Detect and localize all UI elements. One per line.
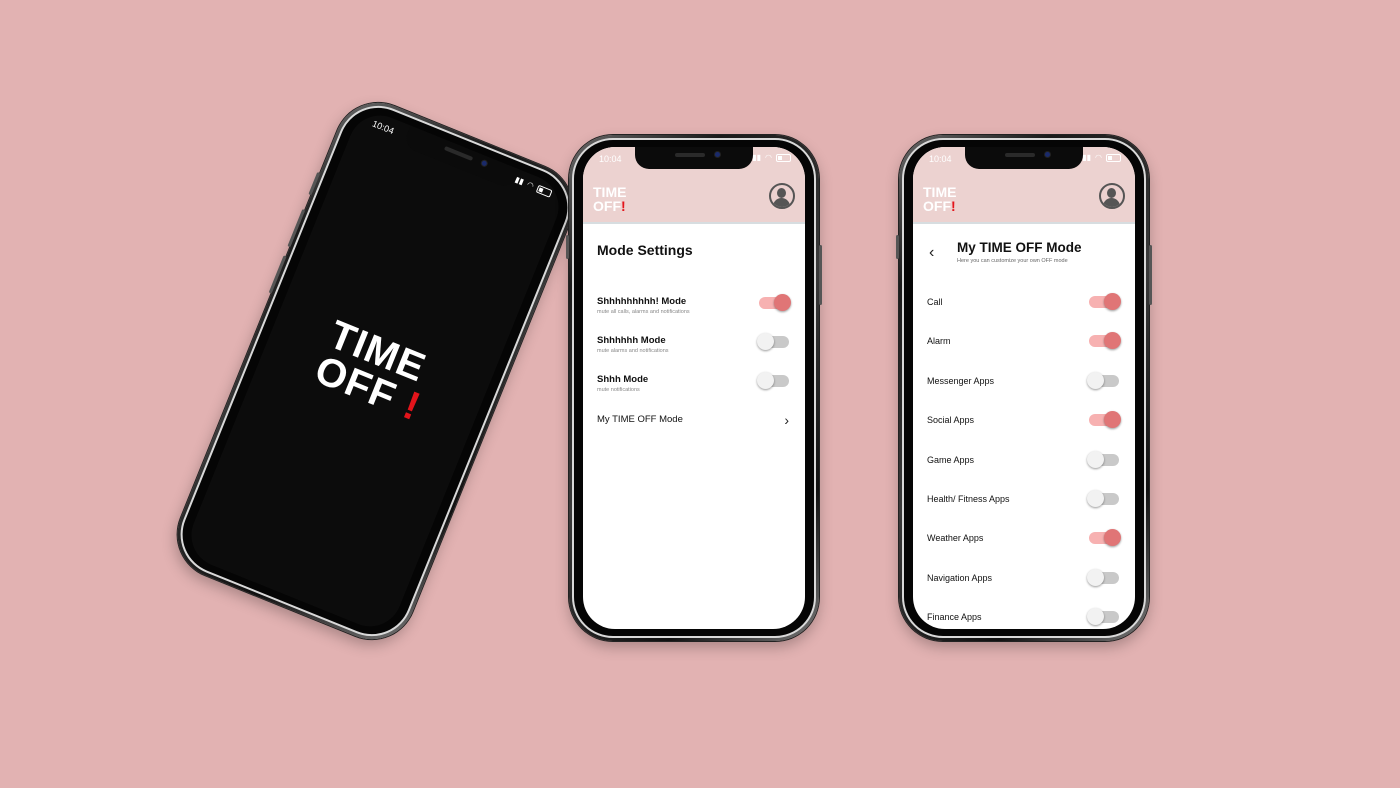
signal-icon: ▮▮ [1082, 153, 1092, 162]
camera [1045, 152, 1050, 157]
signal-icon: ▮▮ [752, 153, 762, 162]
speaker [1005, 153, 1035, 157]
my-mode-content: ‹ My TIME OFF Mode Here you can customiz… [913, 224, 1135, 629]
mode-desc: mute notifications [597, 387, 640, 393]
logo-exclamation: ! [397, 383, 427, 430]
status-time: 10:04 [929, 154, 952, 164]
app-logo[interactable]: TIME OFF! [593, 185, 626, 213]
wifi-icon: ◠ [525, 179, 536, 191]
app-label: Messenger Apps [927, 375, 995, 386]
back-chevron-icon[interactable]: ‹ [929, 244, 934, 262]
app-label: Finance Apps [927, 612, 982, 623]
my-time-off-mode-link[interactable]: My TIME OFF Mode › [597, 412, 805, 448]
app-label: Call [927, 297, 943, 307]
app-toggle[interactable] [1089, 411, 1121, 429]
app-toggle[interactable] [1089, 293, 1121, 310]
camera [715, 152, 720, 157]
side-button [566, 235, 569, 259]
app-toggle-row[interactable]: Alarm [927, 332, 1135, 356]
mode-toggle[interactable] [757, 333, 789, 350]
logo-exclamation: ! [951, 198, 956, 214]
app-toggle-row[interactable]: Social Apps [927, 411, 1135, 435]
my-mode-screen: 10:04 ▮▮ ◠ TIME OFF! ‹ My TIME OFF Mode … [913, 147, 1135, 629]
mode-desc: mute all calls, alarms and notifications [597, 309, 690, 315]
logo-line1: TIME [923, 184, 957, 200]
phone-splash: 10:04 ▮▮ ◠ TIME OFF ! [164, 89, 586, 653]
link-label: My TIME OFF Mode [597, 414, 683, 425]
app-label: Social Apps [927, 415, 975, 426]
app-toggle-row[interactable]: Weather Apps [927, 529, 1135, 553]
app-label: Weather Apps [927, 533, 984, 544]
app-toggle[interactable] [1089, 332, 1121, 350]
logo-line2: OFF [923, 198, 951, 214]
battery-icon [1106, 153, 1121, 162]
app-label: Game Apps [927, 454, 975, 465]
app-toggle[interactable] [1087, 371, 1119, 389]
logo-line2: OFF [593, 198, 621, 214]
mode-row[interactable]: Shhhhhhhhh! Mode mute all calls, alarms … [597, 294, 805, 330]
speaker [675, 153, 705, 157]
battery-icon [776, 153, 791, 162]
camera [481, 160, 488, 167]
page-subtitle: Here you can customize your own OFF mode [957, 258, 1068, 264]
profile-avatar-icon[interactable] [769, 183, 795, 209]
status-time: 10:04 [370, 118, 396, 137]
app-toggle-row[interactable]: Health/ Fitness Apps [927, 490, 1135, 514]
mode-toggle[interactable] [757, 372, 789, 389]
splash-logo: TIME OFF ! [309, 312, 440, 430]
mode-label: Shhhhhhhhh! Mode [597, 296, 687, 307]
app-toggle[interactable] [1089, 529, 1121, 547]
page-title: Mode Settings [597, 242, 693, 258]
app-toggle-row[interactable]: Call [927, 293, 1135, 317]
app-toggle-row[interactable]: Messenger Apps [927, 371, 1135, 396]
splash-screen: 10:04 ▮▮ ◠ TIME OFF ! [181, 105, 569, 637]
mode-settings-content: Mode Settings Shhhhhhhhh! Mode mute all … [583, 224, 805, 629]
logo-line1: TIME [593, 184, 627, 200]
app-toggle-row[interactable]: Finance Apps [927, 608, 1135, 629]
notch [965, 147, 1083, 169]
app-toggle[interactable] [1087, 490, 1119, 507]
battery-icon [535, 184, 553, 198]
phone-my-time-off-mode: 10:04 ▮▮ ◠ TIME OFF! ‹ My TIME OFF Mode … [896, 135, 1152, 641]
app-label: Alarm [927, 336, 951, 347]
mode-label: Shhhhhh Mode [597, 335, 666, 346]
app-logo[interactable]: TIME OFF! [923, 185, 956, 213]
app-label: Navigation Apps [927, 572, 993, 583]
profile-avatar-icon[interactable] [1099, 183, 1125, 209]
mode-label: Shhh Mode [597, 374, 649, 385]
logo-exclamation: ! [621, 198, 626, 214]
status-time: 10:04 [599, 154, 622, 164]
app-toggle[interactable] [1087, 568, 1119, 586]
mode-row[interactable]: Shhhhhh Mode mute alarms and notificatio… [597, 333, 805, 369]
app-label: Health/ Fitness Apps [927, 494, 1010, 504]
chevron-right-icon[interactable]: › [784, 412, 789, 428]
power-button [1149, 245, 1152, 305]
wifi-icon: ◠ [1095, 153, 1102, 162]
phone-mode-settings: 10:04 ▮▮ ◠ TIME OFF! Mode Settings Shhhh… [566, 135, 822, 641]
app-toggle-row[interactable]: Game Apps [927, 450, 1135, 475]
power-button [819, 245, 822, 305]
page-title: My TIME OFF Mode [957, 240, 1082, 255]
app-toggle-row[interactable]: Navigation Apps [927, 568, 1135, 593]
notch [635, 147, 753, 169]
mode-settings-screen: 10:04 ▮▮ ◠ TIME OFF! Mode Settings Shhhh… [583, 147, 805, 629]
mode-row[interactable]: Shhh Mode mute notifications [597, 372, 805, 408]
mode-desc: mute alarms and notifications [597, 348, 669, 354]
side-button [896, 235, 899, 259]
app-toggle[interactable] [1087, 450, 1119, 468]
wifi-icon: ◠ [765, 153, 772, 162]
app-toggle[interactable] [1087, 608, 1119, 626]
speaker [443, 145, 474, 161]
mode-toggle[interactable] [759, 294, 791, 311]
